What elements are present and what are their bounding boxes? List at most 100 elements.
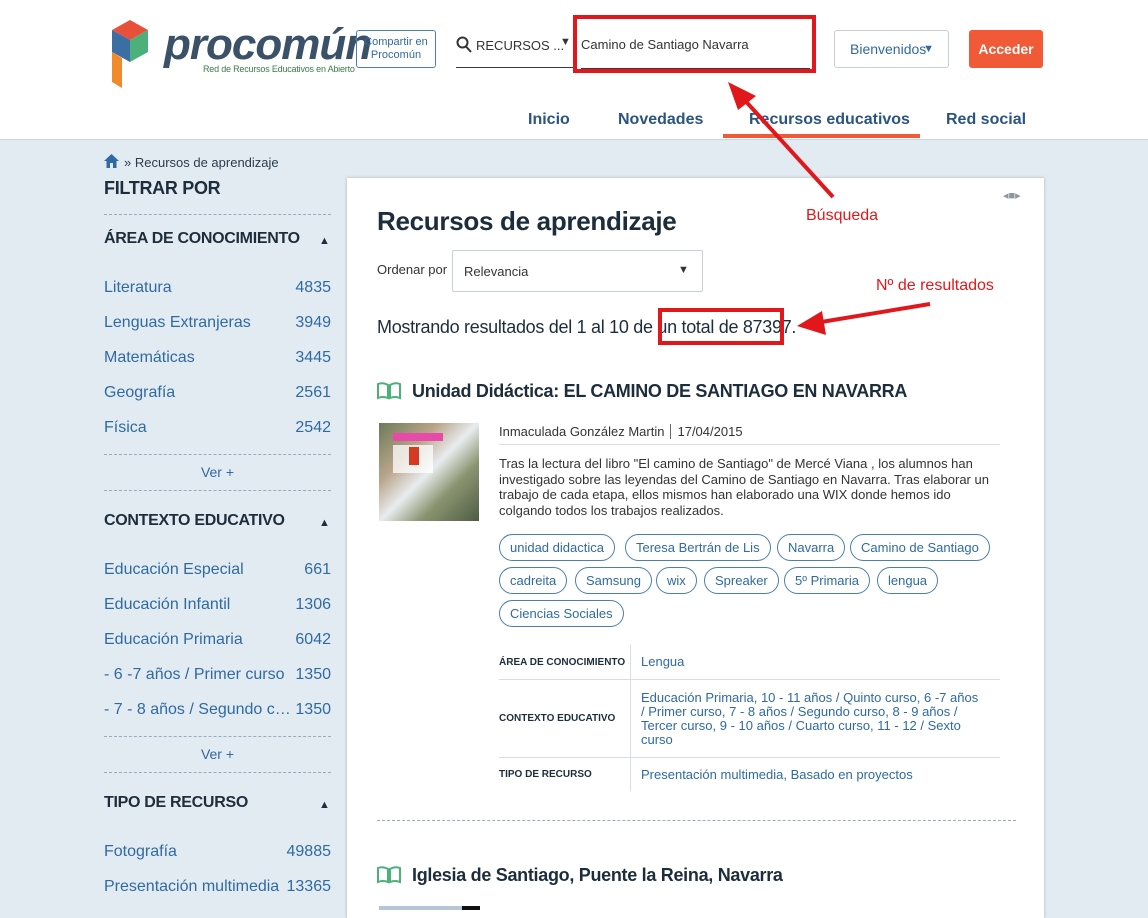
filter-label[interactable]: Física xyxy=(104,419,292,437)
tag[interactable]: Ciencias Sociales xyxy=(499,600,624,627)
filter-label[interactable]: Literatura xyxy=(104,279,292,297)
section-heading-area[interactable]: ÁREA DE CONOCIMIENTO xyxy=(104,230,300,248)
nav-red-social[interactable]: Red social xyxy=(946,111,1026,129)
filter-label[interactable]: Educación Infantil xyxy=(104,596,292,614)
chevron-down-icon: ▼ xyxy=(560,36,571,48)
filter-count: 1306 xyxy=(295,596,331,613)
table-row: ÁREA DE CONOCIMIENTO Lengua xyxy=(499,645,1000,680)
sort-select[interactable]: Relevancia ▼ xyxy=(452,250,703,292)
tag[interactable]: cadreita xyxy=(499,567,568,594)
meta-key: CONTEXTO EDUCATIVO xyxy=(499,713,616,724)
expand-icon[interactable]: ◂■▸ xyxy=(1003,189,1021,202)
divider xyxy=(104,490,331,491)
result-description: Tras la lectura del libro "El camino de … xyxy=(499,456,989,518)
filter-label[interactable]: Presentación multimedia xyxy=(104,878,292,896)
tag[interactable]: wix xyxy=(656,567,697,594)
logo-cube-icon xyxy=(112,20,148,88)
filter-label[interactable]: Educación Especial xyxy=(104,561,292,579)
filter-label[interactable]: Fotografía xyxy=(104,843,292,861)
nav-novedades[interactable]: Novedades xyxy=(618,111,703,129)
result-title[interactable]: Unidad Didáctica: EL CAMINO DE SANTIAGO … xyxy=(412,381,907,402)
results-annotation-box xyxy=(658,308,784,345)
search-scope-label: RECURSOS ... xyxy=(476,38,565,53)
tag[interactable]: Camino de Santiago xyxy=(850,534,990,561)
divider xyxy=(104,454,331,455)
welcome-label: Bienvenidos xyxy=(850,41,927,57)
see-more-link[interactable]: Ver + xyxy=(104,746,331,762)
home-icon[interactable] xyxy=(104,154,119,168)
chevron-down-icon: ▼ xyxy=(678,264,689,276)
nav-inicio[interactable]: Inicio xyxy=(528,111,570,129)
collapse-caret-icon[interactable]: ▲ xyxy=(319,799,330,811)
result-author[interactable]: Inmaculada González Martin xyxy=(499,424,664,439)
nav-active-indicator xyxy=(723,134,920,138)
filter-count: 1350 xyxy=(295,666,331,683)
filter-count: 2542 xyxy=(295,419,331,436)
tag[interactable]: unidad didactica xyxy=(499,534,615,561)
page-title: Recursos de aprendizaje xyxy=(377,206,677,236)
welcome-menu-button[interactable]: Bienvenidos ▼ xyxy=(834,30,949,68)
procomun-logo[interactable]: procomún Red de Recursos Educativos en A… xyxy=(108,18,372,94)
see-more-link[interactable]: Ver + xyxy=(104,464,331,480)
result-title[interactable]: Iglesia de Santiago, Puente la Reina, Na… xyxy=(412,865,783,886)
tag[interactable]: Spreaker xyxy=(704,567,779,594)
logo-wordmark: procomún xyxy=(164,20,372,69)
tag[interactable]: Navarra xyxy=(777,534,846,561)
meta-value[interactable]: Lengua xyxy=(641,655,981,669)
divider xyxy=(499,444,1000,445)
section-heading-context[interactable]: CONTEXTO EDUCATIVO xyxy=(104,512,285,530)
share-procomun-button[interactable]: Compartir en Procomún xyxy=(356,30,436,68)
meta-key: ÁREA DE CONOCIMIENTO xyxy=(499,657,626,668)
result-thumbnail[interactable] xyxy=(379,423,479,521)
filter-title: FILTRAR POR xyxy=(104,178,221,198)
filter-count: 6042 xyxy=(295,631,331,648)
section-heading-type[interactable]: TIPO DE RECURSO xyxy=(104,794,248,812)
tag[interactable]: lengua xyxy=(877,567,939,594)
login-button[interactable]: Acceder xyxy=(969,30,1043,68)
filter-count: 2561 xyxy=(295,384,331,401)
collapse-caret-icon[interactable]: ▲ xyxy=(319,517,330,529)
filter-count: 661 xyxy=(304,561,331,578)
share-label-line2: Procomún xyxy=(370,49,422,61)
filter-label[interactable]: Matemáticas xyxy=(104,349,292,367)
meta-value[interactable]: Presentación multimedia, Basado en proye… xyxy=(641,768,981,782)
filter-label[interactable]: - 7 - 8 años / Segundo curso xyxy=(104,701,292,719)
table-divider xyxy=(630,645,631,791)
filter-label[interactable]: Lenguas Extranjeras xyxy=(104,314,292,332)
result-meta: Inmaculada González Martin 17/04/2015 xyxy=(499,424,743,439)
tag[interactable]: 5º Primaria xyxy=(784,567,870,594)
meta-key: TIPO DE RECURSO xyxy=(499,769,592,780)
filter-count: 49885 xyxy=(286,843,332,860)
search-scope-dropdown[interactable]: RECURSOS ... ▼ xyxy=(456,30,574,68)
filter-count: 1350 xyxy=(295,701,331,718)
filter-label[interactable]: Geografía xyxy=(104,384,292,402)
filter-count: 3949 xyxy=(295,314,331,331)
result-thumbnail-part xyxy=(462,906,480,910)
filter-count: 13365 xyxy=(286,878,332,895)
nav-recursos-educativos[interactable]: Recursos educativos xyxy=(749,111,910,129)
share-label-line1: Compartir en xyxy=(364,36,428,48)
search-icon xyxy=(456,36,472,53)
meta-value[interactable]: Educación Primaria, 10 - 11 años / Quint… xyxy=(641,691,981,747)
breadcrumb-current: » Recursos de aprendizaje xyxy=(124,155,279,170)
result-separator xyxy=(377,820,1016,821)
sort-label: Ordenar por xyxy=(377,262,448,277)
filter-count: 3445 xyxy=(295,349,331,366)
divider xyxy=(104,736,331,737)
open-book-icon xyxy=(377,382,401,400)
results-annotation-label: Nº de resultados xyxy=(876,277,994,294)
tag[interactable]: Teresa Bertrán de Lis xyxy=(625,534,771,561)
search-annotation-box xyxy=(573,15,816,73)
search-annotation-label: Búsqueda xyxy=(806,207,879,224)
filter-label[interactable]: - 6 -7 años / Primer curso xyxy=(104,666,292,684)
logo-tagline: Red de Recursos Educativos en Abierto xyxy=(203,64,355,74)
sort-value: Relevancia xyxy=(464,264,529,279)
chevron-down-icon: ▼ xyxy=(923,43,934,55)
open-book-icon xyxy=(377,866,401,884)
table-row: CONTEXTO EDUCATIVO Educación Primaria, 1… xyxy=(499,680,1000,758)
collapse-caret-icon[interactable]: ▲ xyxy=(319,235,330,247)
divider xyxy=(104,214,331,215)
filter-label[interactable]: Educación Primaria xyxy=(104,631,292,649)
divider xyxy=(104,772,331,773)
tag[interactable]: Samsung xyxy=(575,567,652,594)
